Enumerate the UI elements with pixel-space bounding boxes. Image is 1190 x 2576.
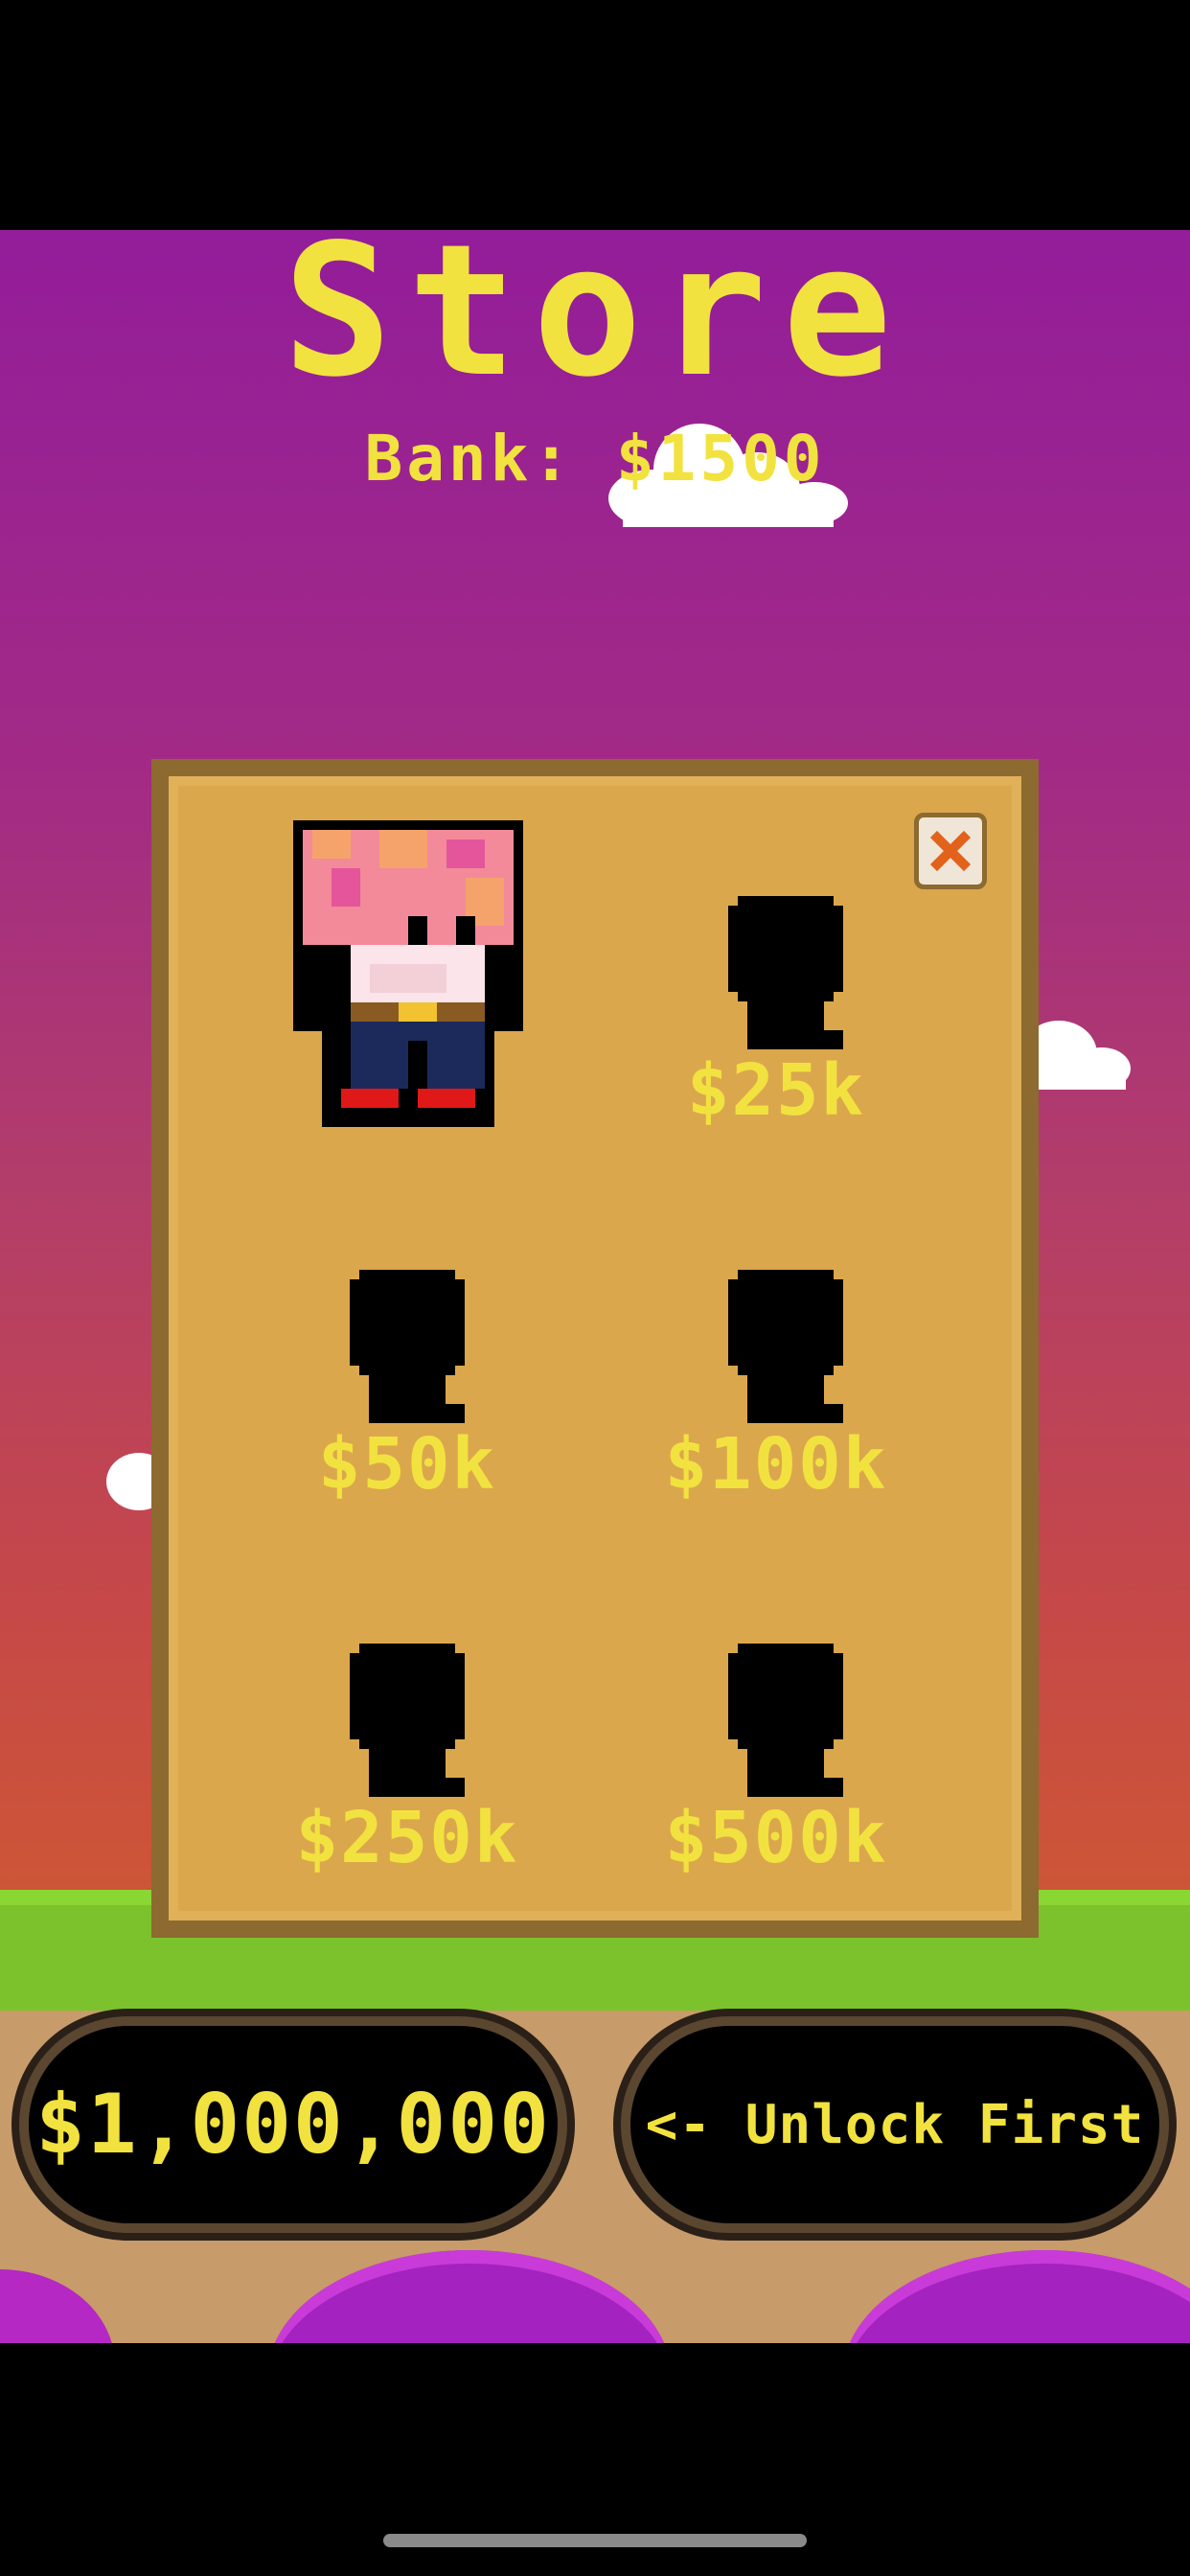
close-button[interactable] xyxy=(914,813,987,889)
unlock-first-button[interactable]: <- Unlock First xyxy=(621,2016,1169,2233)
price-label: $50k xyxy=(317,1423,497,1506)
buy-million-label: $1,000,000 xyxy=(35,2077,551,2173)
character-slot-locked-3[interactable]: $100k xyxy=(613,1255,939,1581)
purple-hill-center xyxy=(268,2250,671,2343)
close-icon xyxy=(929,830,972,872)
unlock-first-label: <- Unlock First xyxy=(645,2093,1145,2156)
store-title: Store xyxy=(283,205,907,417)
locked-character-silhouette xyxy=(350,1270,465,1423)
locked-character-silhouette xyxy=(728,1270,843,1423)
character-slot-locked-4[interactable]: $250k xyxy=(244,1629,570,1955)
price-label: $25k xyxy=(686,1049,866,1132)
character-slot-locked-1[interactable]: $25k xyxy=(613,882,939,1208)
price-label: $500k xyxy=(664,1797,888,1879)
character-slot-locked-5[interactable]: $500k xyxy=(613,1629,939,1955)
character-slot-unlocked[interactable] xyxy=(249,815,575,1140)
price-label: $250k xyxy=(295,1797,519,1879)
buy-million-button[interactable]: $1,000,000 xyxy=(19,2016,567,2233)
locked-character-silhouette xyxy=(728,1644,843,1797)
home-indicator[interactable] xyxy=(383,2534,807,2547)
letterbox-top xyxy=(0,0,1190,230)
bank-balance: Bank: $1500 xyxy=(364,422,826,495)
purple-hill-left xyxy=(0,2269,115,2343)
character-sprite xyxy=(293,820,523,1127)
price-label: $100k xyxy=(664,1423,888,1506)
locked-character-silhouette xyxy=(728,896,843,1049)
locked-character-silhouette xyxy=(350,1644,465,1797)
character-slot-locked-2[interactable]: $50k xyxy=(244,1255,570,1581)
purple-hill-right xyxy=(843,2250,1190,2343)
